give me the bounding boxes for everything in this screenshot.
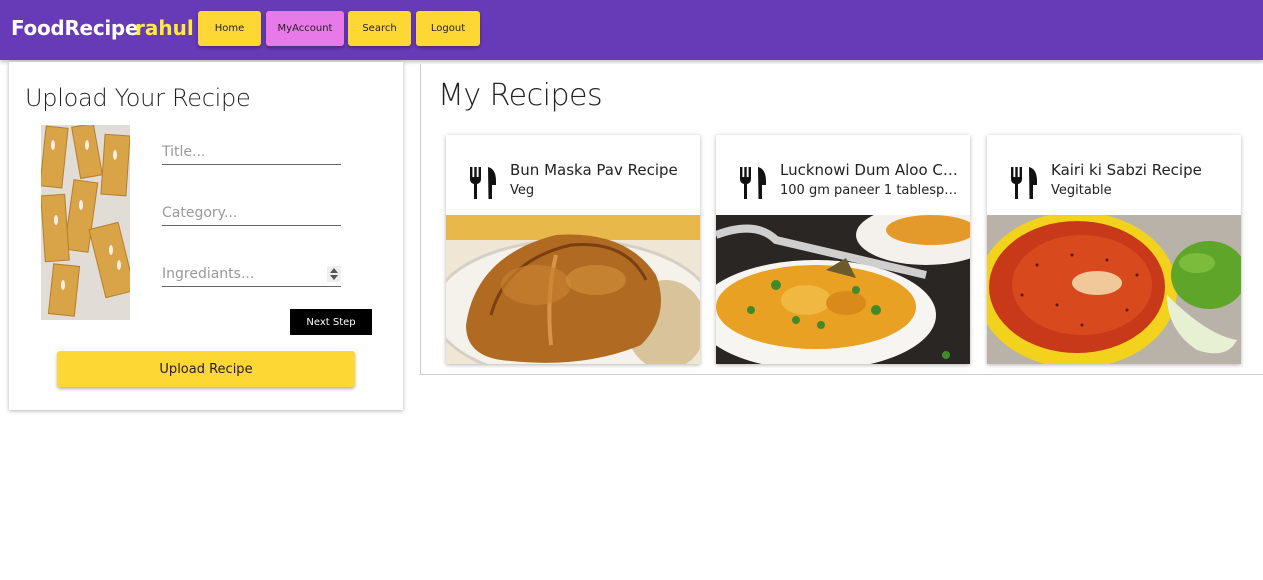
recipe-card-title: Kairi ki Sabzi Recipe: [1051, 161, 1202, 179]
fork-knife-icon: [1011, 167, 1037, 199]
category-input[interactable]: [162, 201, 341, 225]
stepper-down-icon[interactable]: [330, 275, 338, 280]
title-input[interactable]: [162, 140, 341, 164]
top-app-bar: FoodRecipe rahul Home MyAccount Search L…: [0, 0, 1263, 60]
recipe-card-subtitle: 100 gm paneer 1 tablespoon: [780, 183, 960, 198]
recipe-preview-image: [41, 125, 130, 320]
recipe-card-subtitle: Veg: [510, 183, 535, 198]
ingredients-input[interactable]: [162, 262, 341, 286]
recipe-card-image: [716, 215, 970, 364]
recipe-card[interactable]: Lucknowi Dum Aloo Curry 100 gm paneer 1 …: [716, 135, 970, 364]
recipe-card-title: Bun Maska Pav Recipe: [510, 161, 678, 179]
stepper-up-icon[interactable]: [330, 268, 338, 273]
next-step-button[interactable]: Next Step: [290, 309, 372, 335]
upload-recipe-button[interactable]: Upload Recipe: [57, 351, 355, 387]
recipe-card-subtitle: Vegitable: [1051, 183, 1112, 198]
recipe-card-image: [446, 215, 700, 364]
recipe-card-title: Lucknowi Dum Aloo Curry: [780, 161, 960, 179]
brand-logo[interactable]: FoodRecipe: [11, 16, 139, 40]
nav-myaccount-button[interactable]: MyAccount: [266, 11, 344, 46]
my-recipes-panel: My Recipes Bun Maska Pav Recipe Veg Luck…: [420, 64, 1263, 375]
title-field[interactable]: [162, 140, 341, 165]
category-field[interactable]: [162, 201, 341, 226]
upload-recipe-panel: Upload Your Recipe Title... Category... …: [9, 62, 403, 410]
nav-home-button[interactable]: Home: [198, 11, 261, 46]
upload-panel-title: Upload Your Recipe: [25, 84, 251, 112]
fork-knife-icon: [740, 167, 766, 199]
username: rahul: [135, 16, 194, 40]
fork-knife-icon: [470, 167, 496, 199]
ingredients-field[interactable]: [162, 262, 341, 287]
ingredients-stepper[interactable]: [327, 266, 341, 282]
nav-logout-button[interactable]: Logout: [416, 11, 480, 46]
recipe-card[interactable]: Kairi ki Sabzi Recipe Vegitable: [987, 135, 1241, 364]
recipe-card-image: [987, 215, 1241, 364]
nav-search-button[interactable]: Search: [348, 11, 411, 46]
recipe-card[interactable]: Bun Maska Pav Recipe Veg: [446, 135, 700, 364]
my-recipes-title: My Recipes: [438, 78, 603, 113]
